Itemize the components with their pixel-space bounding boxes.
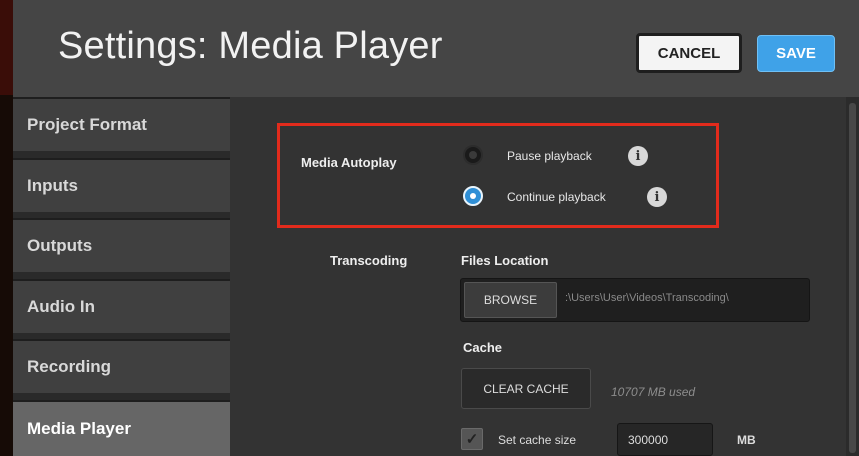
info-icon[interactable]: i [647,187,667,207]
sidebar-item-recording[interactable]: Recording [13,339,230,393]
cache-size-input[interactable] [617,423,713,456]
media-autoplay-label: Media Autoplay [301,155,397,170]
browse-button[interactable]: BROWSE [464,282,557,318]
settings-header: Settings: Media Player CANCEL SAVE [13,0,859,97]
highlight-box [277,123,719,228]
set-cache-size-checkbox[interactable]: ✓ [461,428,483,450]
scrollbar[interactable] [846,97,859,456]
sidebar-item-project-format[interactable]: Project Format [13,97,230,151]
window-left-edge-top [0,0,13,95]
scrollbar-thumb[interactable] [849,103,856,453]
set-cache-size-label[interactable]: Set cache size [498,433,576,447]
cache-used-text: 10707 MB used [611,385,696,399]
info-icon[interactable]: i [628,146,648,166]
files-location-field: BROWSE :\Users\User\Videos\Transcoding\ [460,278,810,322]
settings-sidebar: Project Format Inputs Outputs Audio In R… [13,97,230,456]
files-location-path: :\Users\User\Videos\Transcoding\ [565,292,729,304]
checkmark-icon: ✓ [465,431,479,448]
transcoding-label: Transcoding [330,253,408,268]
files-location-label: Files Location [461,253,549,268]
cancel-button[interactable]: CANCEL [636,33,742,73]
sidebar-item-outputs[interactable]: Outputs [13,218,230,272]
sidebar-item-audio-in[interactable]: Audio In [13,279,230,333]
save-button[interactable]: SAVE [757,35,835,72]
cache-unit-label: MB [737,433,756,447]
window-left-edge [0,0,13,456]
continue-playback-label[interactable]: Continue playback [507,190,606,204]
page-title: Settings: Media Player [58,25,443,67]
continue-playback-radio[interactable] [463,186,483,206]
pause-playback-radio[interactable] [463,145,483,165]
pause-playback-label[interactable]: Pause playback [507,149,592,163]
sidebar-item-inputs[interactable]: Inputs [13,158,230,212]
cache-label: Cache [463,340,503,355]
clear-cache-button[interactable]: CLEAR CACHE [461,368,591,409]
sidebar-item-media-player[interactable]: Media Player [13,400,230,456]
